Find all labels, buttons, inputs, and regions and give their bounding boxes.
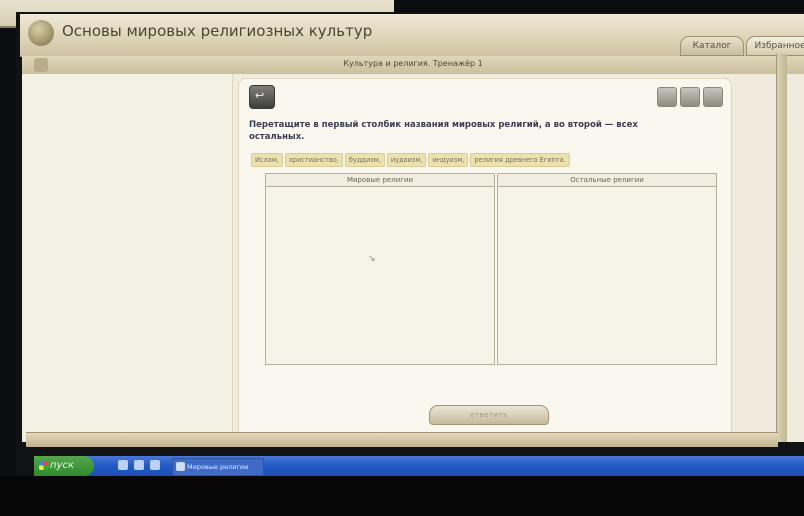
answer-button[interactable]: ответить <box>429 405 549 425</box>
vertical-scrollbar[interactable] <box>776 54 787 442</box>
term-chip[interactable]: иудаизм, <box>386 153 427 167</box>
exercise-instruction: Перетащите в первый столбик названия мир… <box>249 120 638 142</box>
horizontal-scrollbar[interactable] <box>26 432 778 447</box>
window-icon <box>176 462 185 471</box>
right-panel <box>734 74 804 442</box>
app-titlebar: Основы мировых религиозных культур Катал… <box>20 14 804 57</box>
start-label: пуск <box>50 460 74 471</box>
windows-taskbar: пуск Мировые религии <box>34 456 804 476</box>
page-subtitle: Культура и религия. Тренажёр 1 <box>343 59 483 68</box>
exercise-card: ↩ Перетащите в первый столбик названия м… <box>238 78 732 444</box>
desktop-icon[interactable] <box>150 460 160 470</box>
media-icon[interactable] <box>134 460 144 470</box>
mouse-cursor-icon: ↘ <box>368 254 376 264</box>
help-icon[interactable] <box>703 87 723 107</box>
browser-icon[interactable] <box>118 460 128 470</box>
favorites-button[interactable]: Избранное <box>746 36 804 56</box>
term-chip[interactable]: религия древнего Египта. <box>470 153 570 167</box>
column-header: Мировые религии <box>266 174 494 187</box>
tool-buttons <box>657 87 723 107</box>
note-icon[interactable] <box>680 87 700 107</box>
print-icon[interactable] <box>657 87 677 107</box>
app-title: Основы мировых религиозных культур <box>62 22 373 40</box>
catalog-button[interactable]: Каталог <box>680 36 744 56</box>
start-button[interactable]: пуск <box>34 456 94 476</box>
back-arrow-icon: ↩ <box>255 89 265 102</box>
draggable-terms: Ислам, христианство, буддизм, иудаизм, и… <box>251 153 570 167</box>
monitor-bezel <box>0 476 804 516</box>
app-logo-icon <box>28 20 54 46</box>
windows-logo-icon <box>39 461 48 470</box>
other-religions-dropzone[interactable]: Остальные религии <box>497 173 717 365</box>
page-header-bar: Культура и религия. Тренажёр 1 <box>22 56 804 75</box>
term-chip[interactable]: буддизм, <box>344 153 385 167</box>
content-area: ↩ Перетащите в первый столбик названия м… <box>22 74 804 444</box>
term-chip[interactable]: индуизм, <box>428 153 469 167</box>
term-chip[interactable]: христианство, <box>284 153 343 167</box>
left-panel <box>22 74 233 442</box>
term-chip[interactable]: Ислам, <box>251 153 283 167</box>
taskbar-window-item[interactable]: Мировые религии <box>172 458 264 476</box>
quick-launch <box>118 460 160 470</box>
column-header: Остальные религии <box>498 174 716 187</box>
back-button[interactable]: ↩ <box>249 85 275 109</box>
world-religions-dropzone[interactable]: Мировые религии ↘ <box>265 173 495 365</box>
taskbar-window-label: Мировые религии <box>187 463 249 471</box>
